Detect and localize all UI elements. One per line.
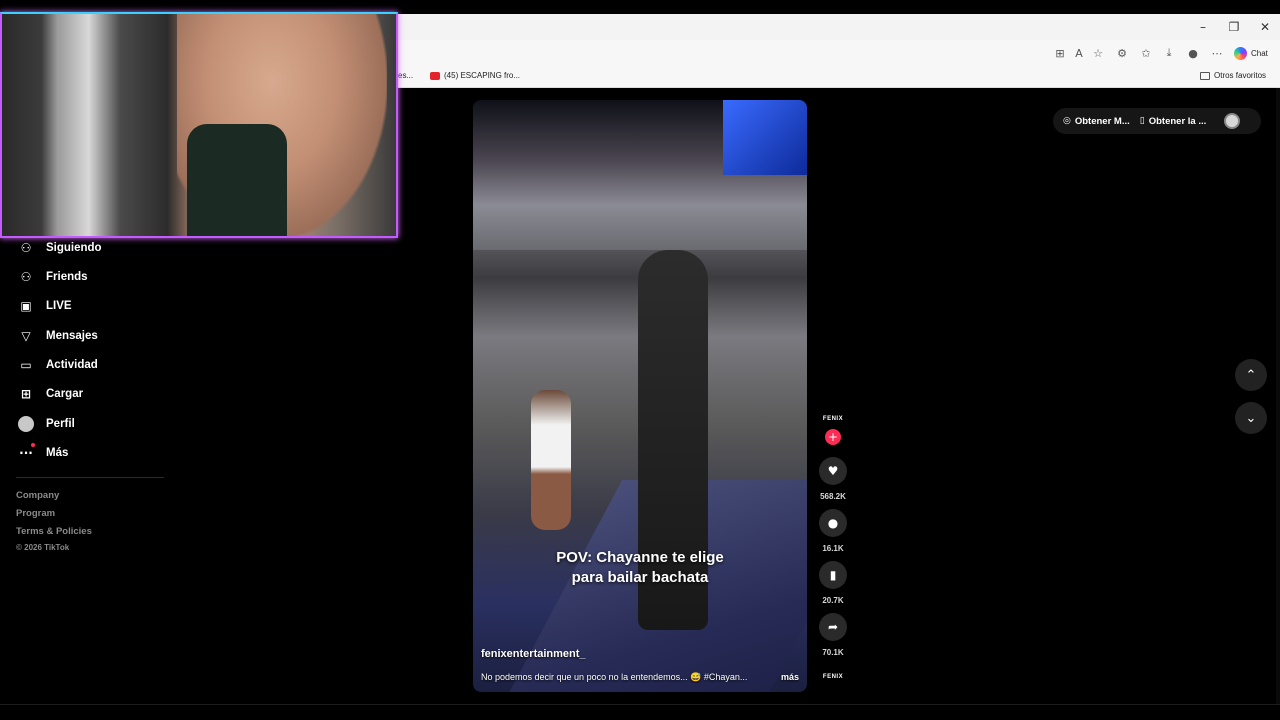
restore-button[interactable]: ❐	[1219, 14, 1249, 40]
save-button[interactable]: ▮	[819, 561, 847, 589]
following-icon: ⚇	[20, 241, 32, 255]
like-count: 568.2K	[820, 492, 846, 501]
video-stage-screen	[723, 100, 807, 175]
phone-icon: ▯	[1139, 116, 1145, 126]
chevron-down-icon: ⌄	[1245, 410, 1257, 426]
webcam-overlay	[0, 12, 398, 238]
page-scroll-edge	[1276, 88, 1280, 704]
sidebar-item-cargar[interactable]: ⊞ Cargar	[18, 384, 83, 404]
creator-avatar[interactable]: FENIX	[818, 416, 848, 422]
profile-icon[interactable]: ●	[1185, 45, 1201, 61]
favorites-icon[interactable]: ✩	[1138, 45, 1154, 61]
next-video-button[interactable]: ⌄	[1235, 402, 1267, 434]
download-icon[interactable]: ⤓	[1161, 45, 1177, 61]
sidebar-item-label: Mensajes	[46, 330, 98, 342]
apps-icon[interactable]: ⊞	[1052, 45, 1068, 61]
notification-dot	[31, 443, 35, 447]
sidebar-divider	[16, 477, 164, 478]
follow-plus-icon[interactable]: +	[825, 429, 841, 445]
heart-icon: ♥	[827, 464, 839, 478]
translate-icon[interactable]: A	[1071, 45, 1087, 61]
copilot-icon	[1234, 46, 1247, 60]
activity-icon: ▭	[20, 358, 32, 372]
share-count: 70.1K	[822, 648, 844, 657]
share-button[interactable]: ➦	[819, 613, 847, 641]
star-icon[interactable]: ☆	[1090, 45, 1106, 61]
sidebar-item-label: Actividad	[46, 359, 98, 371]
sidebar-item-friends[interactable]: ⚇ Friends	[18, 267, 88, 287]
previous-video-button[interactable]: ⌃	[1235, 359, 1267, 391]
video-username[interactable]: fenixentertainment_	[481, 648, 586, 660]
sidebar-item-perfil[interactable]: Perfil	[18, 414, 75, 434]
video-caption-line-1: POV: Chayanne te elige	[556, 549, 724, 566]
chat-label: Chat	[1251, 48, 1268, 58]
top-actions-bar: ◎ Obtener M... ▯ Obtener la ...	[1053, 108, 1261, 134]
get-app-label-1: Obtener M...	[1074, 115, 1130, 127]
other-favorites[interactable]: Otros favoritos	[1200, 71, 1266, 80]
video-description-more[interactable]: más	[781, 672, 799, 683]
close-window-button[interactable]: ✕	[1250, 14, 1280, 40]
sidebar-item-live[interactable]: ▣ LIVE	[18, 296, 72, 316]
more-icon[interactable]: ⋯	[1209, 45, 1225, 61]
streamer-shirt	[187, 124, 287, 236]
sidebar-item-label: LIVE	[46, 300, 72, 312]
get-app-button-2[interactable]: ▯ Obtener la ...	[1140, 116, 1207, 127]
sidebar-item-label: Siguiendo	[46, 242, 102, 254]
video-description: No podemos decir que un poco no la enten…	[481, 672, 799, 683]
friends-icon: ⚇	[20, 270, 32, 284]
sidebar-item-label: Perfil	[46, 418, 75, 430]
minimize-button[interactable]: –	[1188, 14, 1218, 40]
screen: – ❐ ✕ ⊞ A ☆ ⚙ ✩ ⤓ ● ⋯ Chat es... (45) ES…	[0, 0, 1280, 720]
messages-icon: ▽	[21, 329, 31, 343]
footer-terms-link[interactable]: Terms & Policies	[16, 526, 92, 537]
sidebar-item-actividad[interactable]: ▭ Actividad	[18, 355, 98, 375]
sound-disc[interactable]: FENIX	[818, 674, 848, 680]
more-icon: ···	[18, 443, 35, 461]
sidebar-item-siguiendo[interactable]: ⚇ Siguiendo	[18, 238, 102, 258]
video-caption: POV: Chayanne te elige para bailar bacha…	[473, 548, 807, 588]
video-dancer	[531, 390, 571, 530]
sidebar-item-label: Friends	[46, 271, 88, 283]
youtube-icon	[430, 71, 440, 80]
video-caption-line-2: para bailar bachata	[571, 569, 709, 586]
copilot-chat-button[interactable]: Chat	[1234, 44, 1268, 62]
live-icon: ▣	[20, 299, 32, 313]
footer-copyright: © 2026 TikTok	[16, 543, 70, 552]
video-player[interactable]: POV: Chayanne te elige para bailar bacha…	[473, 100, 807, 692]
sidebar-item-mensajes[interactable]: ▽ Mensajes	[18, 326, 98, 346]
chevron-up-icon: ⌃	[1245, 367, 1257, 383]
profile-avatar	[18, 416, 34, 432]
folder-icon	[1200, 71, 1210, 80]
other-favorites-label: Otros favoritos	[1214, 71, 1267, 80]
bookmark-youtube-label: (45) ESCAPING fro...	[444, 71, 521, 80]
footer-program-link[interactable]: Program	[16, 508, 55, 519]
footer-company-link[interactable]: Company	[16, 490, 59, 501]
video-description-text: No podemos decir que un poco no la enten…	[481, 672, 748, 682]
get-app-label-2: Obtener la ...	[1148, 115, 1207, 127]
extensions-icon[interactable]: ⚙	[1114, 45, 1130, 61]
share-icon: ➦	[827, 620, 839, 634]
bookmark-youtube[interactable]: (45) ESCAPING fro...	[430, 71, 520, 80]
bookmark-icon: ▮	[829, 568, 837, 582]
comment-count: 16.1K	[822, 544, 844, 553]
download-app-icon: ◎	[1063, 116, 1071, 126]
sidebar-item-label: Más	[46, 447, 69, 459]
comment-icon: ●	[827, 516, 839, 530]
comment-button[interactable]: ●	[819, 509, 847, 537]
sidebar-item-mas[interactable]: ··· Más	[18, 443, 68, 463]
like-button[interactable]: ♥	[819, 457, 847, 485]
upload-icon: ⊞	[20, 387, 32, 401]
save-count: 20.7K	[822, 596, 844, 605]
get-app-button-1[interactable]: ◎ Obtener M...	[1063, 116, 1130, 127]
sidebar-item-label: Cargar	[46, 388, 84, 400]
bookmark-partial[interactable]: es...	[398, 71, 413, 80]
user-avatar[interactable]	[1224, 113, 1241, 129]
taskbar-edge	[0, 704, 1280, 720]
